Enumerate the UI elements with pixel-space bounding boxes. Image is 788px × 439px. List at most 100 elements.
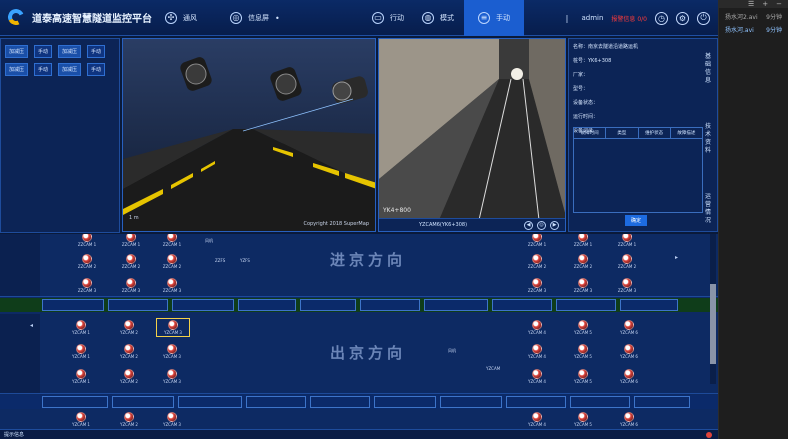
camera-device[interactable]: ZZCAM 1 <box>155 234 189 247</box>
manual-button[interactable]: 手动 <box>87 45 106 58</box>
camera-device[interactable]: YZCAM 6 <box>612 344 646 359</box>
power-icon[interactable]: ⏻ <box>697 11 710 25</box>
camera-device[interactable]: YZCAM 5 <box>566 369 600 384</box>
camera-device[interactable]: ZZCAM 3 <box>155 278 189 293</box>
record-icon[interactable]: ◎ <box>537 220 546 230</box>
tunnel-schematic[interactable]: 进京方向 出京方向 ZZCAM 1 ZZCAM 1 ZZCAM 1 ZZCAM … <box>0 234 718 429</box>
nav-manual[interactable]: ≡ 手动 <box>464 0 524 36</box>
confirm-button[interactable]: 确定 <box>625 215 648 226</box>
nav-info-screen[interactable]: ◎ 信息屏 • <box>230 0 280 36</box>
segment[interactable] <box>238 299 296 311</box>
tab-operation[interactable]: 运营情况 <box>705 193 715 225</box>
add-icon[interactable]: + <box>762 0 768 8</box>
pressure-button[interactable]: 加减压 <box>5 45 29 58</box>
camera-device[interactable]: ZZCAM 3 <box>114 278 148 293</box>
camera-device[interactable]: YZCAM 5 <box>566 344 600 359</box>
username[interactable]: admin <box>581 14 603 22</box>
segment[interactable] <box>506 396 566 408</box>
next-icon[interactable]: ▶ <box>550 220 559 230</box>
camera-device[interactable]: ZZCAM 2 <box>70 254 104 269</box>
camera-device[interactable]: YZCAM 3 <box>155 412 189 427</box>
segment[interactable] <box>246 396 306 408</box>
tab-tech-docs[interactable]: 技术资料 <box>705 123 715 155</box>
alert-text[interactable]: 报警信息 0/0 <box>611 14 647 23</box>
camera-device[interactable]: YZCAM 2 <box>112 369 146 384</box>
camera-device[interactable]: YZCAM 1 <box>64 369 98 384</box>
camera-device[interactable]: YZCAM 4 <box>520 412 554 427</box>
camera-device[interactable]: ZZCAM 2 <box>520 254 554 269</box>
alarm-icon[interactable]: ◷ <box>655 11 668 25</box>
segment[interactable] <box>620 299 678 311</box>
camera-device[interactable]: ZZCAM 3 <box>520 278 554 293</box>
settings-icon[interactable]: ⚙ <box>676 11 689 25</box>
camera-device[interactable]: YZCAM 6 <box>612 320 646 335</box>
file-item[interactable]: 扬水河2.avi 9分钟 <box>719 8 788 21</box>
camera-device[interactable]: YZCAM 5 <box>566 320 600 335</box>
nav-mode[interactable]: ◍ 模式 <box>422 0 454 36</box>
pressure-button[interactable]: 加减压 <box>58 45 82 58</box>
segment[interactable] <box>440 396 502 408</box>
segment[interactable] <box>42 299 104 311</box>
camera-device[interactable]: ZZCAM 1 <box>70 234 104 247</box>
camera-device[interactable]: YZCAM 1 <box>64 412 98 427</box>
camera-device[interactable]: YZCAM 2 <box>112 320 146 335</box>
scrollbar-thumb[interactable] <box>710 284 716 364</box>
pressure-button[interactable]: 加减压 <box>58 63 82 76</box>
segment[interactable] <box>556 299 616 311</box>
manual-button[interactable]: 手动 <box>87 63 106 76</box>
segment[interactable] <box>360 299 420 311</box>
camera-device-selected[interactable]: YZCAM 3 <box>156 318 190 337</box>
camera-device[interactable]: ZZCAM 2 <box>566 254 600 269</box>
camera-device[interactable]: ZZCAM 2 <box>610 254 644 269</box>
segment[interactable] <box>634 396 690 408</box>
manual-button[interactable]: 手动 <box>34 45 53 58</box>
device-tag: YZCAM <box>486 366 501 371</box>
camera-device[interactable]: ZZCAM 3 <box>610 278 644 293</box>
camera-device[interactable]: YZCAM 6 <box>612 412 646 427</box>
pressure-button[interactable]: 加减压 <box>5 63 29 76</box>
camera-device[interactable]: YZCAM 4 <box>520 369 554 384</box>
segment[interactable] <box>108 299 168 311</box>
camera-device[interactable]: ZZCAM 3 <box>70 278 104 293</box>
camera-device[interactable]: ZZCAM 2 <box>114 254 148 269</box>
segment[interactable] <box>300 299 356 311</box>
camera-device[interactable]: YZCAM 2 <box>112 412 146 427</box>
camera-device[interactable]: YZCAM 5 <box>566 412 600 427</box>
camera-device[interactable]: YZCAM 2 <box>112 344 146 359</box>
manual-button[interactable]: 手动 <box>34 63 53 76</box>
segment[interactable] <box>570 396 630 408</box>
segment[interactable] <box>492 299 552 311</box>
camera-device[interactable]: ZZCAM 2 <box>155 254 189 269</box>
segment[interactable] <box>112 396 174 408</box>
minus-icon[interactable]: − <box>776 0 782 8</box>
status-indicator-icon[interactable] <box>706 432 712 438</box>
camera-device[interactable]: ZZCAM 3 <box>566 278 600 293</box>
camera-device[interactable]: ZZCAM 1 <box>114 234 148 247</box>
segment[interactable] <box>310 396 370 408</box>
camera-device[interactable]: YZCAM 6 <box>612 369 646 384</box>
camera-device[interactable]: YZCAM 3 <box>155 369 189 384</box>
tab-basic-info[interactable]: 基础信息 <box>705 53 715 85</box>
camera-device[interactable]: YZCAM 1 <box>64 320 98 335</box>
camera-device[interactable]: ZZCAM 1 <box>610 234 644 247</box>
segment[interactable] <box>172 299 234 311</box>
segment[interactable] <box>42 396 108 408</box>
camera-device[interactable]: YZCAM 1 <box>64 344 98 359</box>
camera-device[interactable]: ZZCAM 1 <box>566 234 600 247</box>
tunnel-3d-view[interactable]: 1 m Copyright 2018 SuperMap <box>122 38 376 232</box>
file-item-selected[interactable]: 扬水河.avi 9分钟 <box>719 21 788 34</box>
camera-overlay-text: YK4+800 <box>383 207 411 214</box>
camera-device[interactable]: YZCAM 3 <box>155 344 189 359</box>
schematic-scrollbar[interactable] <box>710 234 716 384</box>
camera-device[interactable]: YZCAM 4 <box>520 344 554 359</box>
camera-view[interactable]: YK4+800 YZCAM6(YK6+308) ◀ ◎ ▶ <box>378 38 566 232</box>
camera-device[interactable]: ZZCAM 1 <box>520 234 554 247</box>
segment[interactable] <box>424 299 488 311</box>
segment[interactable] <box>374 396 436 408</box>
nav-action[interactable]: ▭ 行动 <box>372 0 404 36</box>
menu-icon[interactable]: ☰ <box>748 0 754 8</box>
nav-ventilation[interactable]: ✣ 通风 <box>165 0 197 36</box>
segment[interactable] <box>178 396 242 408</box>
prev-icon[interactable]: ◀ <box>524 220 533 230</box>
camera-device[interactable]: YZCAM 4 <box>520 320 554 335</box>
